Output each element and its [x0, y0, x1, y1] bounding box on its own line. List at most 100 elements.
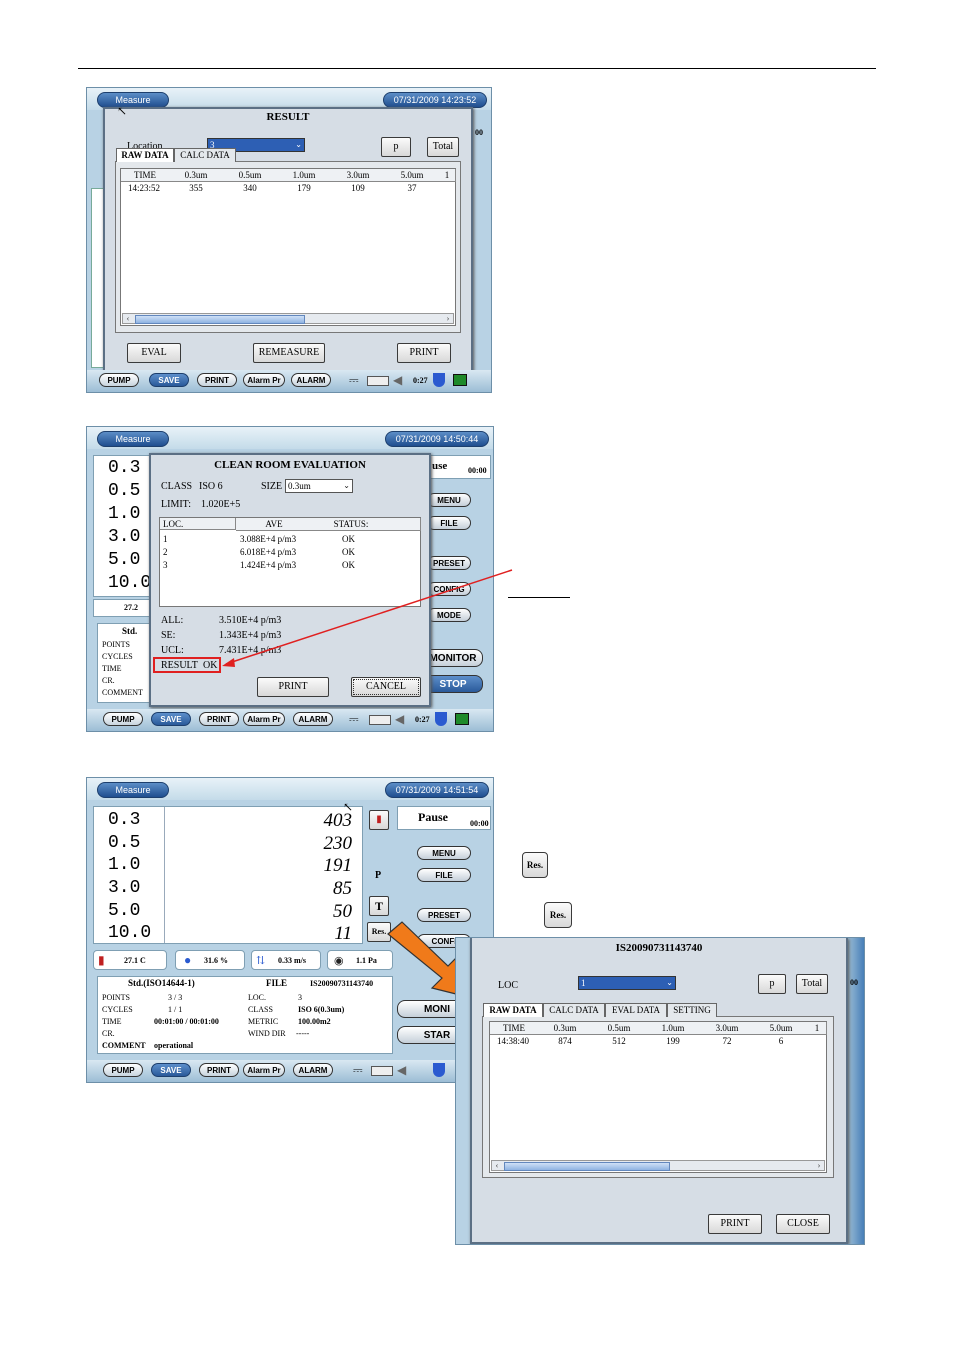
graph-button[interactable]: ▮: [369, 810, 389, 830]
col-0-3um: 0.3um: [538, 1022, 593, 1035]
comment-value: operational: [154, 1041, 194, 1050]
col-more: 1: [808, 1022, 827, 1035]
dialog-title: IS20090731143740: [615, 942, 703, 954]
pressure-value: 1.1 Pa: [356, 956, 377, 965]
timer-text: 00:00: [470, 819, 489, 828]
cell-time: 14:38:40: [496, 1036, 529, 1046]
time-label: TIME: [102, 1017, 122, 1026]
col-0-5um: 0.5um: [592, 1022, 647, 1035]
side-value: 00: [850, 978, 858, 987]
datetime-display: 07/31/2009 14:51:54: [385, 782, 489, 798]
metric-label: METRIC: [248, 1017, 279, 1026]
annotation-underline: [508, 597, 570, 598]
file-button[interactable]: FILE: [417, 868, 471, 882]
cycles-label: CYCLES: [102, 1005, 133, 1014]
col-3-0um: 3.0um: [700, 1022, 755, 1035]
tab-raw-data[interactable]: RAW DATA: [483, 1003, 543, 1017]
t-button[interactable]: T: [369, 896, 389, 916]
wind-dir-label: WIND DIR: [248, 1029, 286, 1038]
print-bottom-button[interactable]: PRINT: [199, 1063, 239, 1077]
p-label: P: [375, 870, 382, 881]
comment-label: COMMENT: [102, 1041, 146, 1050]
alarm-button[interactable]: ALARM: [293, 1063, 333, 1077]
points-label: POINTS: [102, 993, 131, 1002]
top-bar: Measure 07/31/2009 14:51:54: [87, 778, 493, 800]
loc-select[interactable]: 1 ⌄: [578, 976, 676, 990]
size-1-0: 1.0: [108, 855, 141, 875]
cell-0-5um: 512: [612, 1036, 626, 1046]
count-1-0: 191: [323, 855, 353, 876]
size-3-0: 3.0: [108, 878, 141, 898]
res-icon: Res.: [544, 902, 572, 928]
scroll-thumb[interactable]: [504, 1162, 670, 1171]
velocity-value: 0.33 m/s: [278, 956, 306, 965]
res-icon: Res.: [522, 852, 548, 878]
cursor-icon: ↖: [343, 800, 354, 814]
cell-1-0um: 199: [666, 1036, 680, 1046]
tab-eval-data[interactable]: EVAL DATA: [605, 1003, 667, 1017]
status-text: Pause: [418, 810, 448, 824]
file-result-dialog: IS20090731143740 LOC 1 ⌄ p Total RAW DAT…: [470, 938, 848, 1244]
tab-setting[interactable]: SETTING: [667, 1003, 717, 1017]
wind-dir-value: -----: [296, 1029, 310, 1038]
status-box: Pause 00:00: [397, 806, 491, 830]
bar-chart-icon: ▮: [376, 814, 382, 825]
chevron-down-icon: ⌄: [666, 978, 673, 987]
shield-icon: [433, 1063, 445, 1077]
cell-5-0um: 6: [778, 1036, 784, 1046]
count-panel: 0.3 0.5 1.0 3.0 5.0 10.0 403 230 191 85 …: [93, 806, 363, 944]
alarm-print-button[interactable]: Alarm Pr: [243, 1063, 285, 1077]
tab-calc-data[interactable]: CALC DATA: [543, 1003, 605, 1017]
close-button[interactable]: CLOSE: [776, 1214, 830, 1234]
scroll-left-icon[interactable]: ‹: [492, 1161, 502, 1170]
col-time: TIME: [490, 1022, 539, 1035]
bottom-bar: PUMP SAVE PRINT Alarm Pr ALARM ⎓ ◀: [87, 1060, 493, 1082]
loc-label: LOC.: [248, 993, 266, 1002]
time-value: 00:01:00 / 00:01:00: [154, 1017, 219, 1026]
measure-tab[interactable]: Measure: [97, 782, 169, 798]
metric-value: 100.00m2: [298, 1017, 331, 1026]
thermometer-icon: ▮: [98, 953, 105, 967]
std-label: Std.(ISO14644-1): [128, 978, 195, 988]
red-pointer-arrow: [222, 569, 513, 667]
p-button[interactable]: p: [758, 974, 786, 994]
file-label: FILE: [266, 978, 288, 988]
raw-data-grid: TIME 0.3um 0.5um 1.0um 3.0um 5.0um 1 14:…: [489, 1021, 827, 1173]
screen-file-result: 00 IS20090731143740 LOC 1 ⌄ p Total RAW …: [455, 937, 865, 1245]
env-temp: ▮ 27.1 C: [93, 950, 167, 970]
droplet-icon: ●: [184, 953, 192, 967]
menu-button[interactable]: MENU: [417, 846, 471, 860]
count-0-5: 230: [323, 833, 353, 854]
divider: [164, 807, 165, 943]
class-value: ISO 6(0.3um): [298, 1005, 345, 1014]
loc-value: 1: [581, 978, 586, 988]
env-velocity: ⇅ 0.33 m/s: [251, 950, 321, 970]
tab-panel: RAW DATA CALC DATA EVAL DATA SETTING TIM…: [482, 1003, 834, 1178]
size-0-5: 0.5: [108, 833, 141, 853]
count-3-0: 85: [333, 878, 352, 899]
print-button[interactable]: PRINT: [708, 1214, 762, 1234]
horizontal-scrollbar[interactable]: ‹ ›: [491, 1160, 825, 1171]
class-label: CLASS: [248, 1005, 273, 1014]
cr-label: CR.: [102, 1029, 115, 1038]
count-5-0: 50: [333, 901, 352, 922]
cycles-value: 1 / 1: [168, 1005, 183, 1014]
total-button[interactable]: Total: [796, 974, 828, 994]
temp-value: 27.1 C: [124, 956, 146, 965]
cell-0-3um: 874: [558, 1036, 572, 1046]
size-5-0: 5.0: [108, 901, 141, 921]
speaker-icon: ◀: [397, 1063, 407, 1077]
count-10-0: 11: [334, 923, 352, 944]
count-0-3: 403: [323, 810, 353, 831]
info-panel: Std.(ISO14644-1) FILE IS20090731143740 P…: [97, 976, 393, 1054]
env-humidity: ● 31.6 %: [175, 950, 245, 970]
cell-3-0um: 72: [722, 1036, 732, 1046]
loc-value: 3: [298, 993, 302, 1002]
pump-button[interactable]: PUMP: [103, 1063, 143, 1077]
size-10-0: 10.0: [108, 923, 152, 943]
save-button[interactable]: SAVE: [151, 1063, 191, 1077]
scroll-right-icon[interactable]: ›: [814, 1161, 824, 1170]
col-1-0um: 1.0um: [646, 1022, 701, 1035]
size-0-3: 0.3: [108, 810, 141, 830]
plug-icon: ⎓: [353, 1063, 363, 1077]
